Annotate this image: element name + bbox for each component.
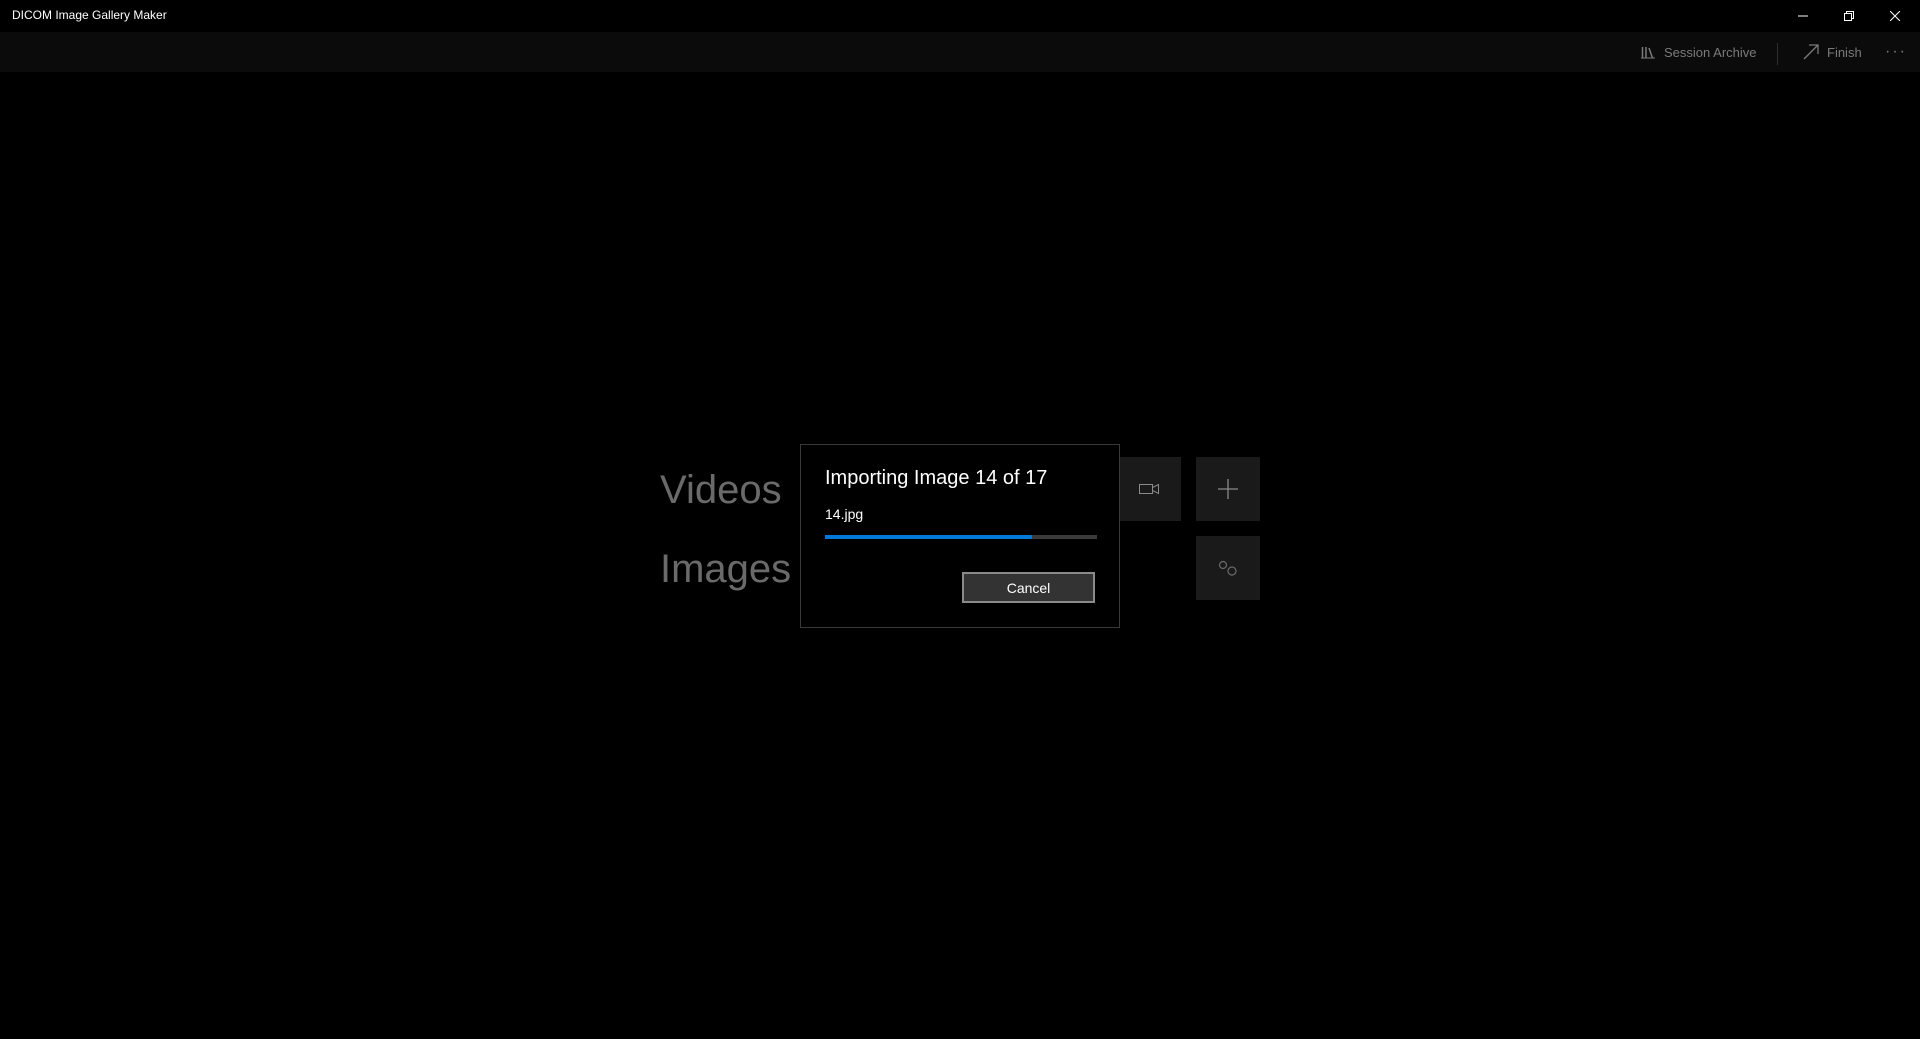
add-video-tile[interactable]	[1117, 457, 1181, 521]
current-file-name: 14.jpg	[825, 506, 864, 522]
more-icon: ···	[1885, 43, 1907, 60]
session-archive-label: Session Archive	[1664, 44, 1757, 60]
close-button[interactable]	[1872, 0, 1918, 32]
plus-icon	[1218, 479, 1238, 499]
import-progress-dialog: Importing Image 14 of 17 14.jpg Cancel	[800, 444, 1120, 628]
add-button[interactable]	[1196, 457, 1260, 521]
close-icon	[1890, 11, 1900, 21]
images-section-label: Images	[660, 547, 792, 591]
finish-button[interactable]: Finish	[1803, 32, 1862, 72]
command-divider	[1777, 43, 1778, 65]
title-bar: DICOM Image Gallery Maker	[0, 0, 1920, 32]
image-settings-button[interactable]	[1196, 536, 1260, 600]
dialog-heading: Importing Image 14 of 17	[825, 467, 1048, 489]
video-camera-icon	[1139, 483, 1159, 495]
session-archive-button[interactable]: Session Archive	[1641, 32, 1757, 72]
arrow-up-right-icon	[1803, 44, 1819, 60]
import-progress-bar	[825, 535, 1097, 539]
finish-label: Finish	[1827, 44, 1862, 60]
restore-button[interactable]	[1826, 0, 1872, 32]
minimize-button[interactable]	[1780, 0, 1826, 32]
videos-section-label: Videos	[660, 468, 782, 512]
import-progress-fill	[825, 535, 1032, 539]
more-options-button[interactable]: ···	[1880, 32, 1912, 72]
cancel-button[interactable]: Cancel	[962, 572, 1095, 603]
settings-gears-icon	[1218, 560, 1237, 576]
minimize-icon	[1798, 15, 1808, 17]
app-title: DICOM Image Gallery Maker	[12, 8, 167, 22]
command-bar	[0, 32, 1920, 72]
library-icon	[1641, 46, 1655, 58]
restore-icon	[1844, 11, 1854, 21]
